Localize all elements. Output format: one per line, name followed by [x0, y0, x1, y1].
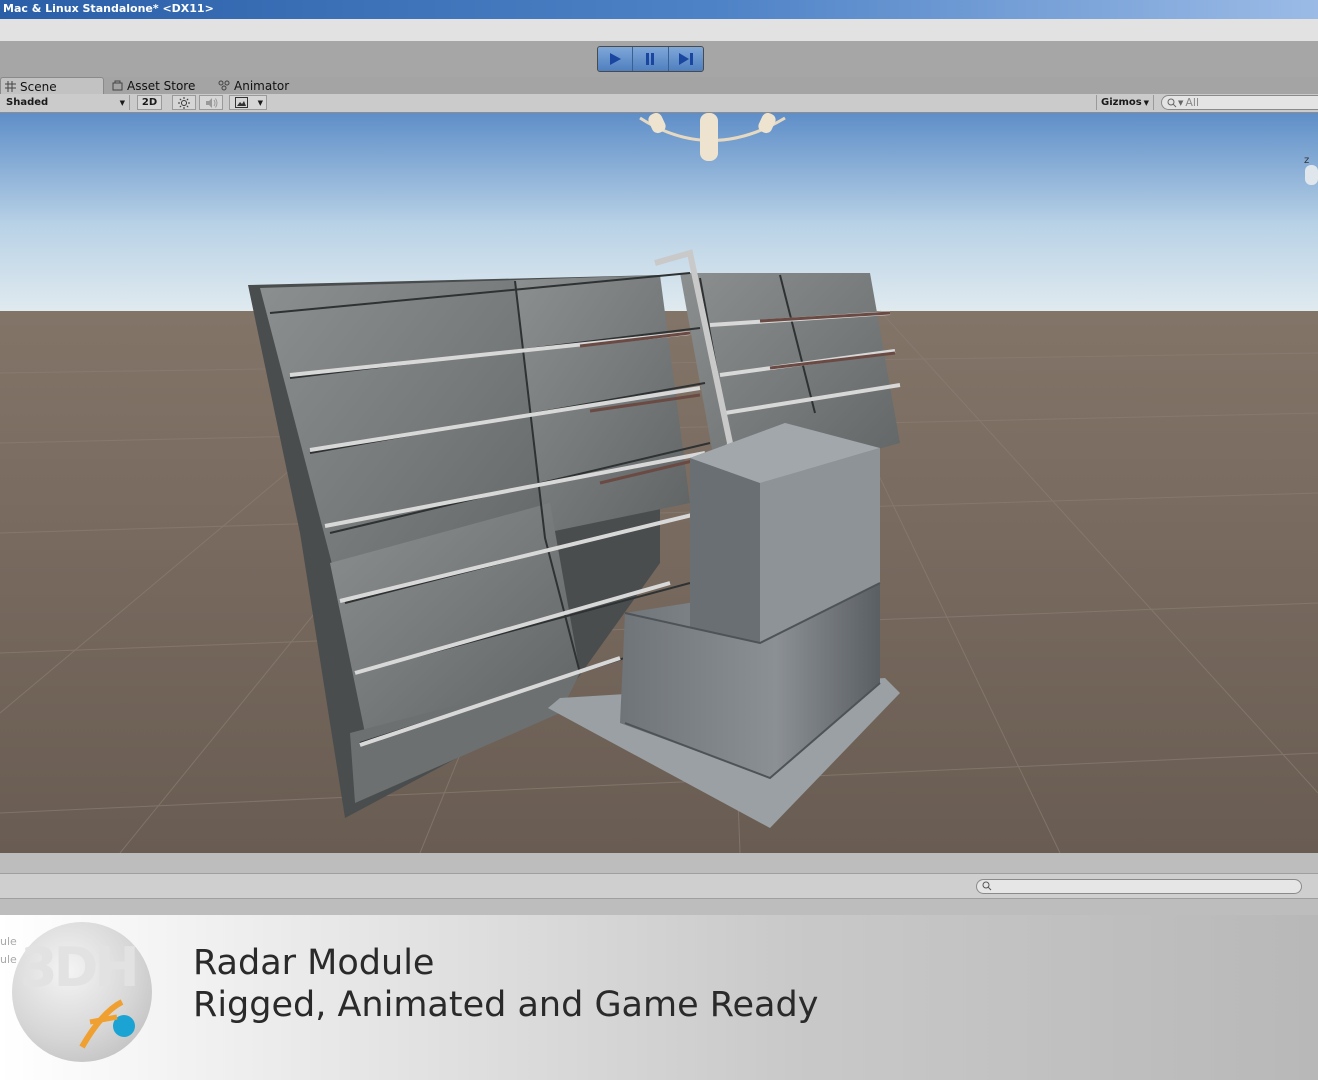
caption-banner: ule ule 3DH Radar Module Rigged, Animate… — [0, 915, 1318, 1080]
effects-toggle[interactable]: ▼ — [229, 95, 267, 110]
scene-toolbar: Shaded ▼ 2D ▼ Gizmos ▼ ▼ All — [0, 94, 1318, 113]
console-search-input[interactable] — [976, 879, 1302, 894]
console-toolbar — [0, 873, 1318, 899]
tab-animator[interactable]: Animator — [218, 77, 308, 94]
gizmo-axis-label: z — [1304, 155, 1309, 166]
store-icon — [112, 80, 123, 91]
draw-mode-dropdown[interactable]: Shaded ▼ — [2, 95, 130, 110]
scene-render[interactable]: z — [0, 113, 1318, 853]
playmode-controls — [597, 46, 704, 72]
dropdown-arrow-icon: ▼ — [257, 98, 263, 107]
editor-tabs: Scene Asset Store Animator — [0, 77, 1318, 95]
search-placeholder: All — [1185, 96, 1200, 109]
2d-toggle-label: 2D — [141, 97, 158, 108]
step-button[interactable] — [668, 47, 703, 71]
audio-toggle[interactable] — [199, 95, 223, 110]
2d-toggle[interactable]: 2D — [137, 95, 162, 110]
caption-title: Radar Module — [193, 943, 435, 983]
lighting-toggle[interactable] — [172, 95, 196, 110]
window-title: Mac & Linux Standalone* <DX11> — [3, 2, 214, 15]
grid-icon — [5, 81, 16, 92]
draw-mode-value: Shaded — [6, 97, 49, 108]
gizmos-label: Gizmos — [1101, 97, 1142, 108]
speaker-icon — [205, 97, 217, 108]
animator-icon — [218, 80, 230, 91]
tab-asset-store[interactable]: Asset Store — [112, 77, 208, 94]
step-icon — [678, 53, 693, 65]
gizmos-dropdown[interactable]: Gizmos ▼ — [1096, 95, 1154, 110]
pause-icon — [646, 53, 655, 65]
tab-scene[interactable]: Scene — [0, 77, 104, 95]
sun-icon — [178, 96, 190, 109]
dropdown-arrow-icon: ▼ — [1143, 98, 1149, 107]
pause-button[interactable] — [633, 47, 669, 71]
scene-viewport[interactable]: z — [0, 113, 1318, 853]
logo: 3DH — [12, 922, 152, 1062]
tab-scene-label: Scene — [20, 79, 57, 94]
play-icon — [610, 53, 622, 65]
image-icon — [235, 97, 248, 108]
search-icon — [982, 881, 992, 891]
logo-text: 3DH — [20, 936, 140, 999]
window-titlebar: Mac & Linux Standalone* <DX11> — [0, 0, 1318, 19]
scene-search-input[interactable]: ▼ All — [1161, 95, 1318, 110]
caption-subtitle: Rigged, Animated and Game Ready — [193, 985, 819, 1025]
play-button[interactable] — [598, 47, 634, 71]
console-bar — [0, 853, 1318, 915]
tab-animator-label: Animator — [234, 78, 290, 93]
search-icon — [1167, 98, 1177, 107]
dropdown-arrow-icon: ▼ — [119, 98, 125, 107]
tab-asset-store-label: Asset Store — [127, 78, 196, 93]
menu-strip — [0, 19, 1318, 42]
